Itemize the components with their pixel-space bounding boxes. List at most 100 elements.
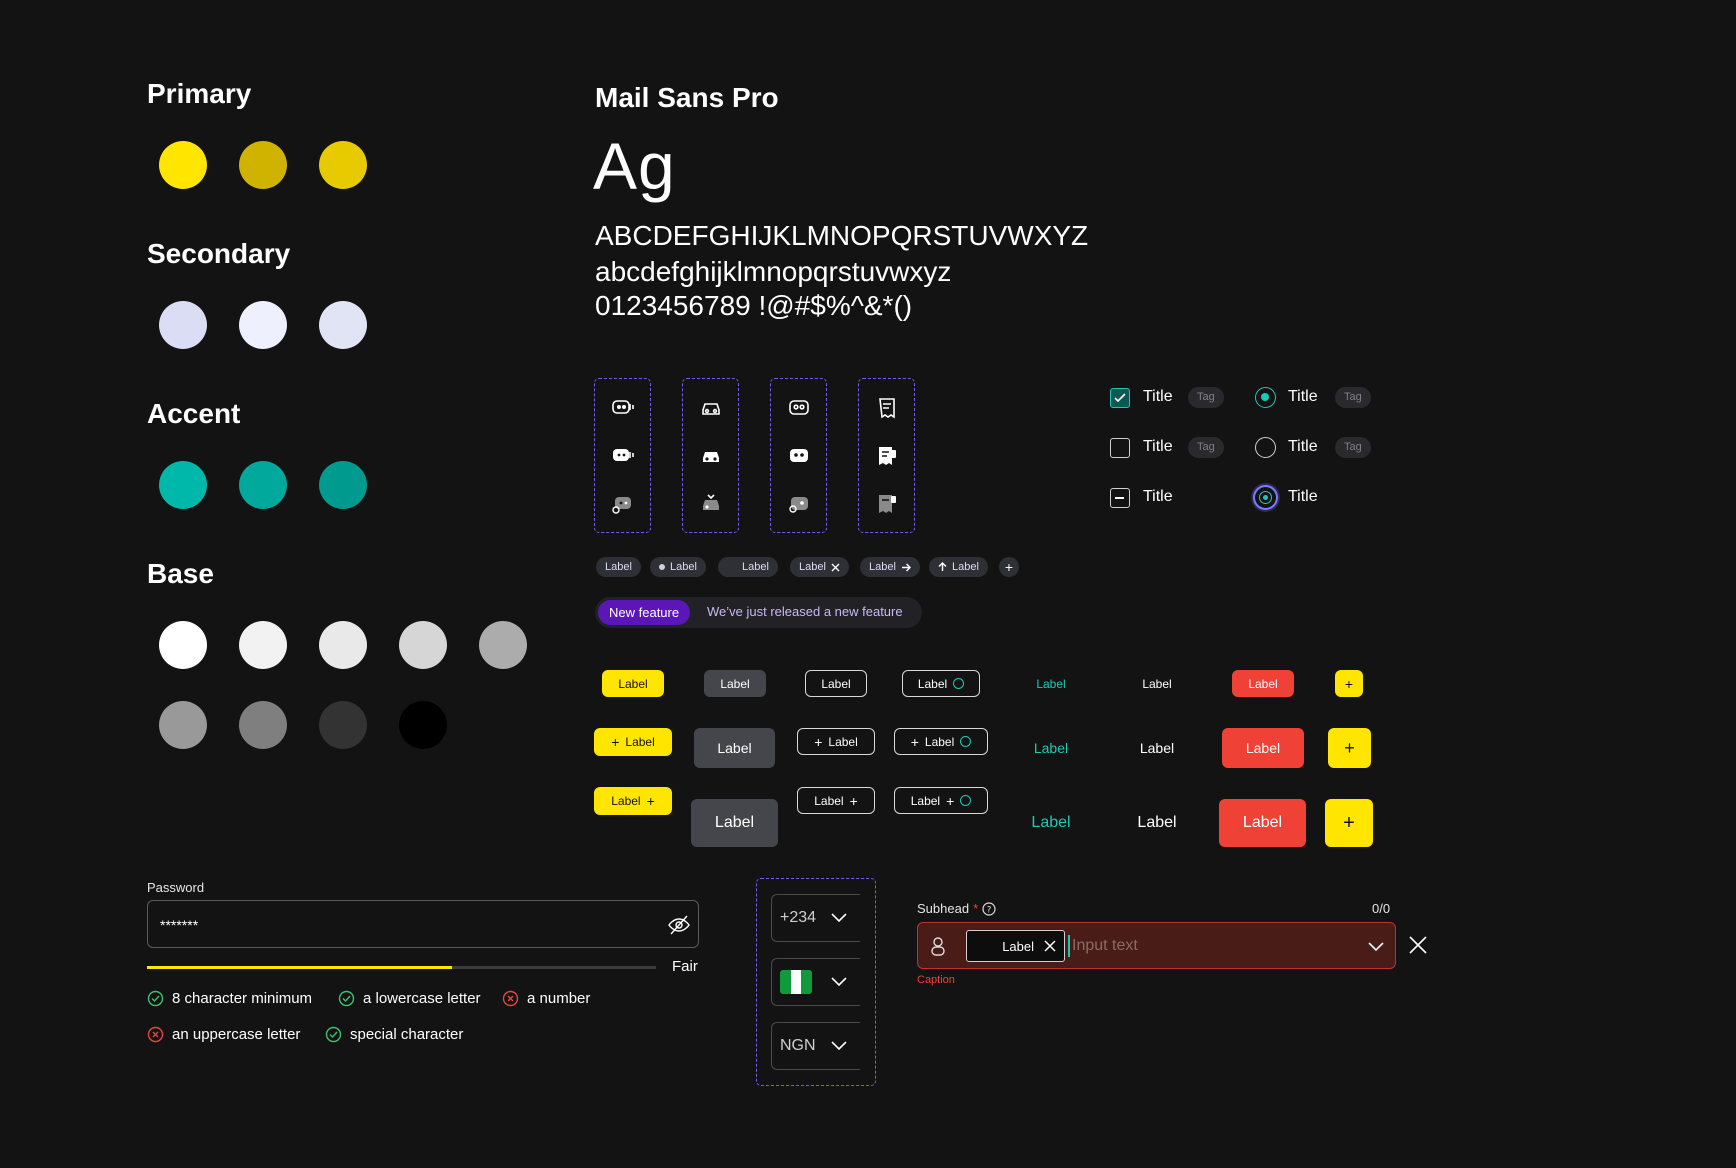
chip-dot[interactable]: Label xyxy=(650,557,706,577)
announcement-banner[interactable]: New feature We’ve just released a new fe… xyxy=(595,597,922,628)
secondary-button-lg[interactable]: Label xyxy=(691,799,778,847)
accent-swatch-1[interactable] xyxy=(159,461,207,509)
close-icon[interactable] xyxy=(1044,940,1056,952)
icon-add-button-md[interactable]: + xyxy=(1328,728,1371,768)
checkbox-checked-title: Title xyxy=(1143,388,1173,405)
arrow-right-icon xyxy=(901,563,911,571)
checkbox-checked[interactable] xyxy=(1110,388,1130,408)
radio-unselected[interactable] xyxy=(1255,437,1276,458)
receipt-muted-icon[interactable] xyxy=(875,492,899,516)
chat-bot-muted-icon[interactable] xyxy=(611,492,635,516)
lowercase-glyphs: abcdefghijklmnopqrstuvwxyz xyxy=(595,256,952,287)
primary-swatch-1[interactable] xyxy=(159,141,207,189)
password-input[interactable]: ******* xyxy=(147,900,699,948)
button-label: Label xyxy=(917,676,948,691)
base-swatch-3[interactable] xyxy=(319,621,367,669)
loading-ring-icon xyxy=(960,795,972,806)
white-text-button-md[interactable]: Label xyxy=(1126,728,1188,768)
receipt-outline-icon[interactable] xyxy=(875,396,899,420)
white-text-button-lg[interactable]: Label xyxy=(1126,799,1188,847)
outline-trailing-icon-button[interactable]: Label + xyxy=(797,787,875,814)
plus-icon: + xyxy=(814,733,823,750)
car-filled-icon[interactable] xyxy=(699,444,723,468)
secondary-swatch-1[interactable] xyxy=(159,301,207,349)
icon-add-button-lg[interactable]: + xyxy=(1325,799,1373,847)
white-text-button-sm[interactable]: Label xyxy=(1126,670,1188,697)
chip-removable[interactable]: Label xyxy=(790,557,849,577)
base-swatch-2[interactable] xyxy=(239,621,287,669)
danger-button-lg[interactable]: Label xyxy=(1219,799,1306,847)
danger-button-sm[interactable]: Label xyxy=(1232,670,1294,697)
radio-selected[interactable] xyxy=(1255,387,1276,408)
checkmark-icon xyxy=(1114,393,1126,403)
checkbox-indeterminate[interactable] xyxy=(1110,488,1130,508)
bot-face-outline-icon[interactable] xyxy=(787,396,811,420)
base-swatch-8[interactable] xyxy=(319,701,367,749)
chip-label: Label xyxy=(670,561,697,573)
clear-icon[interactable] xyxy=(1408,935,1428,955)
chip-plain[interactable]: Label xyxy=(596,557,641,577)
chat-bot-filled-icon[interactable] xyxy=(611,444,635,468)
secondary-swatch-3[interactable] xyxy=(319,301,367,349)
requirement-item: a lowercase letter xyxy=(338,990,481,1007)
accent-swatch-2[interactable] xyxy=(239,461,287,509)
base-swatch-1[interactable] xyxy=(159,621,207,669)
radio-focused[interactable] xyxy=(1253,485,1278,510)
outline-trailing-both-button[interactable]: Label + xyxy=(894,787,988,814)
bot-face-muted-icon[interactable] xyxy=(787,492,811,516)
car-outline-icon[interactable] xyxy=(699,396,723,420)
chip-arrow-up[interactable]: Label xyxy=(929,557,988,577)
phone-code-select[interactable]: +234 xyxy=(771,894,860,942)
chat-bot-outline-icon[interactable] xyxy=(611,396,635,420)
help-icon[interactable]: ? xyxy=(982,901,996,916)
nigeria-flag-icon xyxy=(780,970,812,994)
close-icon[interactable] xyxy=(831,563,840,572)
checkbox-unchecked-tag: Tag xyxy=(1188,437,1224,458)
base-swatch-5[interactable] xyxy=(479,621,527,669)
outline-both-icons-button[interactable]: + Label xyxy=(894,728,988,755)
teal-text-button-lg[interactable]: Label xyxy=(1020,799,1082,847)
input-placeholder: Input text xyxy=(1072,937,1138,954)
checkbox-unchecked[interactable] xyxy=(1110,438,1130,458)
radio-selected-title: Title xyxy=(1288,388,1318,405)
base-swatch-7[interactable] xyxy=(239,701,287,749)
base-swatch-4[interactable] xyxy=(399,621,447,669)
danger-button-md[interactable]: Label xyxy=(1222,728,1304,768)
primary-leading-icon-button[interactable]: + Label xyxy=(594,728,672,756)
teal-text-button-md[interactable]: Label xyxy=(1020,728,1082,768)
chip-arrow[interactable]: Label xyxy=(860,557,920,577)
primary-button-sm[interactable]: Label xyxy=(602,670,664,697)
secondary-button-md[interactable]: Label xyxy=(694,728,775,768)
outline-leading-icon-button[interactable]: + Label xyxy=(797,728,875,755)
chip-avatar[interactable]: Label xyxy=(718,557,778,577)
uppercase-glyphs: ABCDEFGHIJKLMNOPQRSTUVWXYZ xyxy=(595,220,1089,251)
currency-value: NGN xyxy=(780,1037,816,1054)
car-muted-icon[interactable] xyxy=(699,492,723,516)
chip-label: Label xyxy=(742,561,769,573)
receipt-filled-icon[interactable] xyxy=(875,444,899,468)
accent-swatch-3[interactable] xyxy=(319,461,367,509)
secondary-swatch-2[interactable] xyxy=(239,301,287,349)
input-chip[interactable]: Label xyxy=(966,930,1065,962)
primary-swatch-2[interactable] xyxy=(239,141,287,189)
radio-unselected-tag: Tag xyxy=(1335,437,1371,458)
secondary-button-sm[interactable]: Label xyxy=(704,670,766,697)
accent-heading: Accent xyxy=(147,398,241,429)
base-swatch-9[interactable] xyxy=(399,701,447,749)
chevron-down-icon[interactable] xyxy=(1367,941,1385,953)
x-circle-icon xyxy=(502,990,519,1007)
currency-select[interactable]: NGN xyxy=(771,1022,860,1070)
bot-face-filled-icon[interactable] xyxy=(787,444,811,468)
outline-loading-button-sm[interactable]: Label xyxy=(902,670,980,697)
primary-swatch-3[interactable] xyxy=(319,141,367,189)
eye-off-icon[interactable] xyxy=(667,913,691,937)
country-flag-select[interactable] xyxy=(771,958,860,1006)
chip-add-button[interactable]: + xyxy=(999,557,1019,577)
requirement-text: a lowercase letter xyxy=(363,990,481,1007)
icon-add-button-sm[interactable]: + xyxy=(1335,670,1363,697)
teal-text-button-sm[interactable]: Label xyxy=(1020,670,1082,697)
outline-button-sm[interactable]: Label xyxy=(805,670,867,697)
primary-trailing-icon-button[interactable]: Label + xyxy=(594,787,672,815)
base-swatch-6[interactable] xyxy=(159,701,207,749)
text-input-error[interactable]: Label Input text xyxy=(917,922,1396,969)
